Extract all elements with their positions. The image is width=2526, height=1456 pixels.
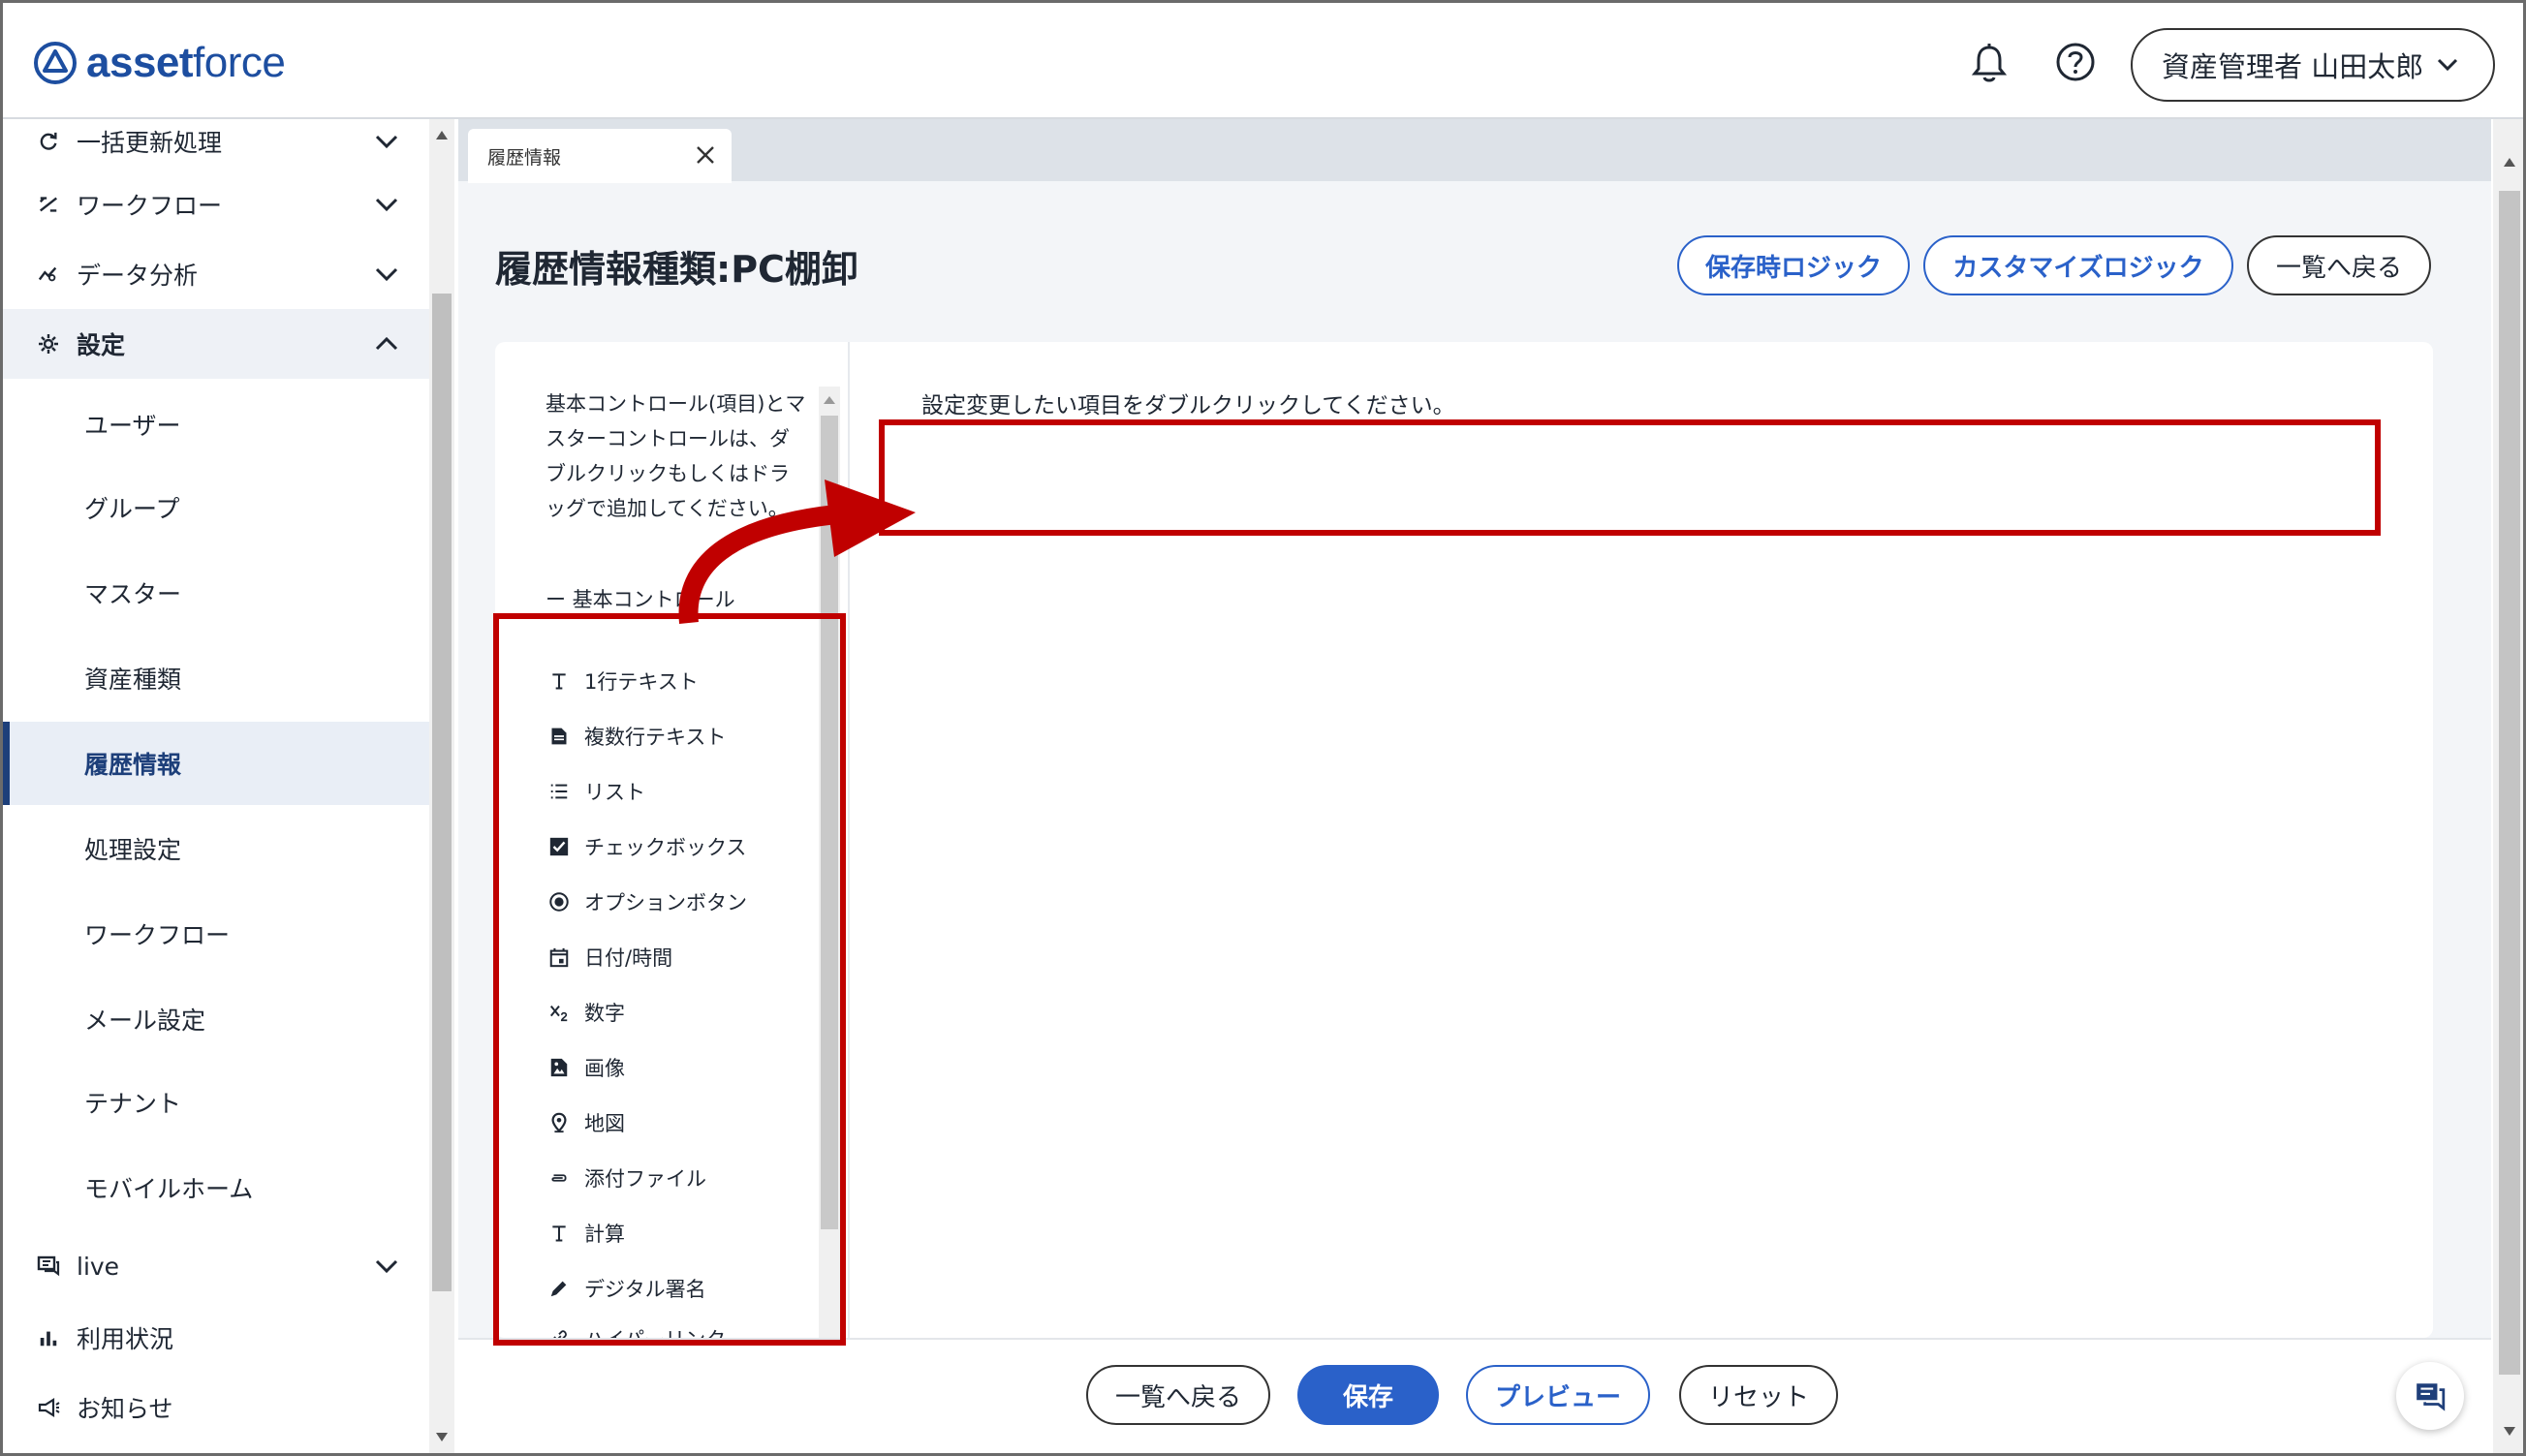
custom-logic-button[interactable]: カスタマイズロジック xyxy=(1923,235,2233,295)
save-logic-button[interactable]: 保存時ロジック xyxy=(1677,235,1910,295)
sidebar-sub-workflow[interactable]: ワークフロー xyxy=(3,892,429,976)
chevron-up-icon xyxy=(375,336,398,351)
sidebar-scroll-thumb[interactable] xyxy=(432,294,452,1291)
sidebar-item-bulk-update[interactable]: 一括更新処理 xyxy=(3,119,429,164)
chevron-down-icon xyxy=(375,267,398,282)
back-to-list-button[interactable]: 一覧へ戻る xyxy=(2247,235,2431,295)
sidebar-sub-process-settings[interactable]: 処理設定 xyxy=(3,807,429,890)
footer-save-button[interactable]: 保存 xyxy=(1297,1365,1439,1425)
megaphone-icon xyxy=(34,1393,63,1422)
sidebar-item-data-analysis[interactable]: データ分析 xyxy=(3,239,429,309)
app-window: assetforce 資産管理者 山田太郎 一括更新処理 ワークフロー データ分… xyxy=(0,0,2526,1456)
sidebar-sub-master[interactable]: マスター xyxy=(3,551,429,635)
sidebar-item-notices[interactable]: お知らせ xyxy=(3,1373,429,1442)
page-title: 履歴情報種類:PC棚卸 xyxy=(495,248,858,291)
scroll-up-arrow-icon[interactable] xyxy=(436,131,448,139)
chat-support-button[interactable] xyxy=(2396,1362,2464,1430)
chevron-down-icon xyxy=(375,198,398,212)
chat-icon xyxy=(34,1252,63,1281)
main-scrollbar[interactable] xyxy=(2493,119,2523,1453)
footer-action-bar: 一覧へ戻る 保存 プレビュー リセット xyxy=(458,1338,2491,1453)
annotation-box-drop-area xyxy=(879,419,2381,536)
chevron-down-icon xyxy=(375,1259,398,1274)
sidebar: 一括更新処理 ワークフロー データ分析 設定 ユーザー グループ マスター 資産… xyxy=(3,119,429,1453)
drag-arrow-icon xyxy=(678,480,916,624)
analytics-icon xyxy=(34,260,63,289)
user-menu-button[interactable]: 資産管理者 山田太郎 xyxy=(2131,28,2495,102)
bar-chart-icon xyxy=(34,1323,63,1352)
top-header: assetforce 資産管理者 山田太郎 xyxy=(3,3,2523,119)
refresh-icon xyxy=(34,127,63,156)
chat-icon xyxy=(2417,1383,2446,1411)
editor-instruction: 設定変更したい項目をダブルクリックしてください。 xyxy=(921,393,1455,418)
sidebar-item-live[interactable]: live xyxy=(3,1231,429,1301)
sidebar-item-usage[interactable]: 利用状況 xyxy=(3,1303,429,1373)
logo-text: assetforce xyxy=(86,39,286,86)
sidebar-sub-mobile-home[interactable]: モバイルホーム xyxy=(3,1146,429,1229)
chevron-down-icon xyxy=(2438,58,2458,72)
scroll-down-arrow-icon[interactable] xyxy=(436,1433,448,1441)
annotation-box-controls xyxy=(493,613,846,1346)
sidebar-sub-history-info[interactable]: 履歴情報 xyxy=(3,722,429,805)
footer-preview-button[interactable]: プレビュー xyxy=(1466,1365,1650,1425)
logo-mark-icon xyxy=(34,42,77,84)
sidebar-sub-users[interactable]: ユーザー xyxy=(3,383,429,466)
sidebar-item-workflow[interactable]: ワークフロー xyxy=(3,170,429,239)
tab-bar: 履歴情報 xyxy=(458,119,2491,183)
main-scroll-thumb[interactable] xyxy=(2499,191,2520,1375)
scroll-up-arrow-icon[interactable] xyxy=(2504,158,2515,167)
scroll-down-arrow-icon[interactable] xyxy=(2504,1427,2515,1436)
gear-icon xyxy=(34,329,63,358)
footer-reset-button[interactable]: リセット xyxy=(1679,1365,1838,1425)
footer-back-to-list-button[interactable]: 一覧へ戻る xyxy=(1086,1365,1270,1425)
bell-icon[interactable] xyxy=(1970,42,2009,84)
close-icon[interactable] xyxy=(695,144,716,166)
sidebar-sub-mail-settings[interactable]: メール設定 xyxy=(3,977,429,1061)
sidebar-sub-asset-types[interactable]: 資産種類 xyxy=(3,636,429,720)
workflow-icon xyxy=(34,190,63,219)
sidebar-scrollbar[interactable] xyxy=(429,119,454,1453)
help-icon[interactable] xyxy=(2055,42,2096,82)
app-logo[interactable]: assetforce xyxy=(32,32,286,94)
scroll-up-arrow-icon[interactable] xyxy=(824,396,835,404)
chevron-down-icon xyxy=(375,135,398,149)
sidebar-sub-groups[interactable]: グループ xyxy=(3,466,429,549)
sidebar-item-settings[interactable]: 設定 xyxy=(3,309,429,379)
sidebar-sub-tenant[interactable]: テナント xyxy=(3,1061,429,1144)
user-name: 資産管理者 山田太郎 xyxy=(2162,50,2424,83)
tab-history-info[interactable]: 履歴情報 xyxy=(468,129,732,183)
